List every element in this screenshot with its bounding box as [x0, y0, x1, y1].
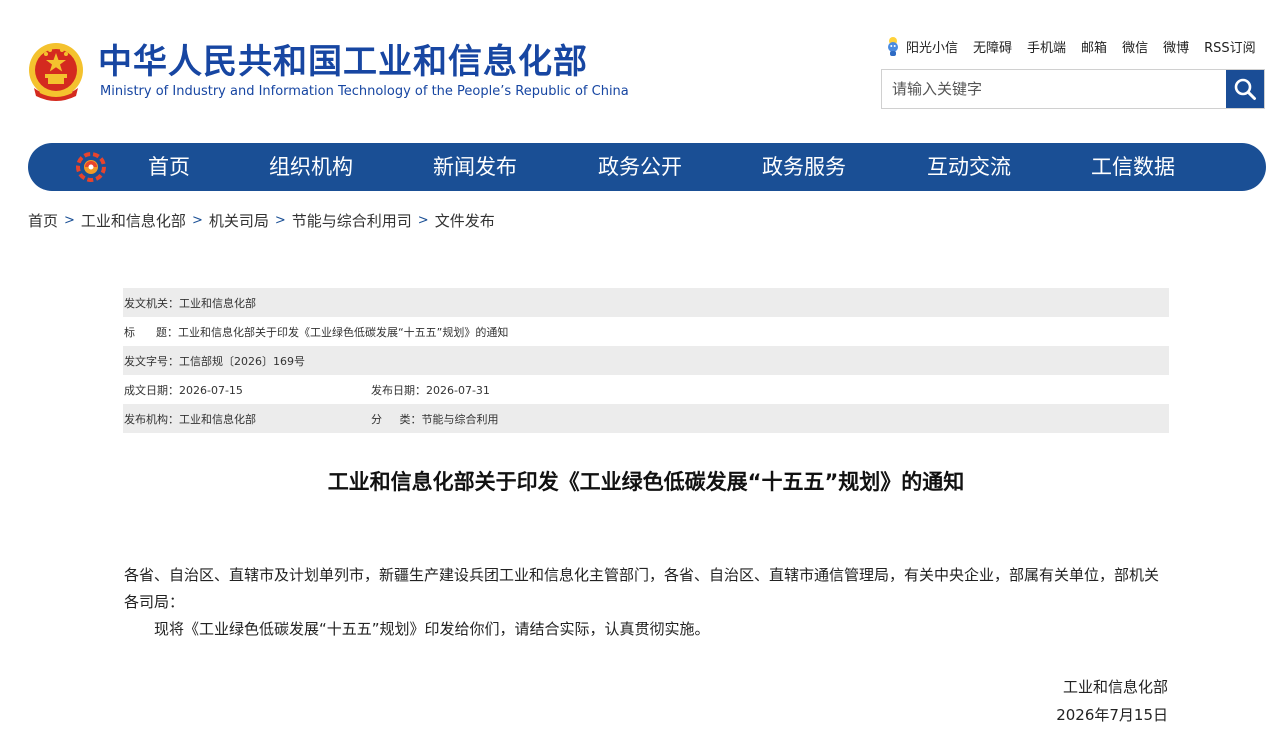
- document-info-table: 发文机关：工业和信息化部 标 题：工业和信息化部关于印发《工业绿色低碳发展“十五…: [123, 288, 1169, 433]
- breadcrumb: 首页 > 工业和信息化部 > 机关司局 > 节能与综合利用司 > 文件发布: [28, 210, 495, 231]
- document-paragraph: 现将《工业绿色低碳发展“十五五”规划》印发给你们，请结合实际，认真贯彻实施。: [154, 620, 710, 638]
- info-doc-number: 发文字号：工信部规〔2026〕169号: [124, 354, 305, 368]
- sunshine-xiaoxin-icon[interactable]: [884, 36, 902, 56]
- breadcrumb-home[interactable]: 首页: [28, 210, 58, 231]
- info-row: 发布机构：工业和信息化部 分 类：节能与综合利用: [123, 404, 1169, 433]
- main-nav: 首页 组织机构 新闻发布 政务公开 政务服务 互动交流 工信数据: [28, 143, 1266, 191]
- search-input[interactable]: [882, 70, 1222, 108]
- search-icon: [1234, 78, 1256, 100]
- info-issuer: 发文机关：工业和信息化部: [124, 296, 256, 310]
- chevron-right-icon: >: [64, 213, 75, 228]
- national-emblem-icon: [26, 40, 86, 104]
- document-paragraph: 各省、自治区、直辖市及计划单列市，新疆生产建设兵团工业和信息化主管部门，各省、自…: [124, 566, 1160, 611]
- toplink-mobile[interactable]: 手机端: [1027, 37, 1066, 56]
- chevron-right-icon: >: [274, 213, 286, 228]
- toplink-sunshine[interactable]: 阳光小信: [906, 37, 958, 56]
- nav-item-data[interactable]: 工信数据: [1091, 143, 1175, 191]
- toplink-accessibility[interactable]: 无障碍: [973, 37, 1012, 56]
- info-row: 发文机关：工业和信息化部: [123, 288, 1169, 317]
- nav-item-government-affairs[interactable]: 政务公开: [598, 143, 682, 191]
- document-title: 工业和信息化部关于印发《工业绿色低碳发展“十五五”规划》的通知: [327, 470, 965, 494]
- toplink-wechat[interactable]: 微信: [1122, 37, 1148, 56]
- nav-item-interaction[interactable]: 互动交流: [927, 143, 1011, 191]
- info-row: 发文字号：工信部规〔2026〕169号: [123, 346, 1169, 375]
- toplink-mailbox[interactable]: 邮箱: [1081, 37, 1107, 56]
- document-signature: 工业和信息化部 2026年7月15日: [1056, 673, 1168, 729]
- toplink-weibo[interactable]: 微博: [1163, 37, 1189, 56]
- site-subtitle-english: Ministry of Industry and Information Tec…: [100, 84, 629, 99]
- site-title[interactable]: 中华人民共和国工业和信息化部: [98, 40, 588, 84]
- breadcrumb-departments[interactable]: 机关司局: [209, 210, 269, 231]
- nav-item-news[interactable]: 新闻发布: [433, 143, 517, 191]
- document-body: 各省、自治区、直辖市及计划单列市，新疆生产建设兵团工业和信息化主管部门，各省、自…: [124, 562, 1168, 643]
- info-row: 成文日期：2026-07-15 发布日期：2026-07-31: [123, 375, 1169, 404]
- info-title: 标 题：工业和信息化部关于印发《工业绿色低碳发展“十五五”规划》的通知: [124, 325, 509, 339]
- toplink-rss[interactable]: RSS订阅: [1204, 37, 1256, 56]
- breadcrumb-documents[interactable]: 文件发布: [435, 210, 495, 231]
- nav-item-home[interactable]: 首页: [148, 143, 190, 191]
- chevron-right-icon: >: [417, 213, 429, 228]
- breadcrumb-energy-department[interactable]: 节能与综合利用司: [292, 210, 412, 231]
- nav-item-organization[interactable]: 组织机构: [269, 143, 353, 191]
- info-category: 分 类：节能与综合利用: [371, 412, 499, 426]
- info-publisher: 发布机构：工业和信息化部: [124, 412, 256, 426]
- info-written-date: 成文日期：2026-07-15: [124, 383, 243, 397]
- signature-organization: 工业和信息化部: [1062, 678, 1168, 696]
- nav-logo-icon: [76, 152, 106, 182]
- info-row: 标 题：工业和信息化部关于印发《工业绿色低碳发展“十五五”规划》的通知: [123, 317, 1169, 346]
- nav-item-government-services[interactable]: 政务服务: [762, 143, 846, 191]
- top-links-bar: 阳光小信 无障碍 手机端 邮箱 微信 微博 RSS订阅: [884, 36, 1256, 56]
- info-publish-date: 发布日期：2026-07-31: [371, 383, 490, 397]
- breadcrumb-ministry[interactable]: 工业和信息化部: [81, 210, 186, 231]
- search-box: [881, 69, 1265, 109]
- chevron-right-icon: >: [191, 213, 203, 228]
- search-button[interactable]: [1226, 70, 1264, 108]
